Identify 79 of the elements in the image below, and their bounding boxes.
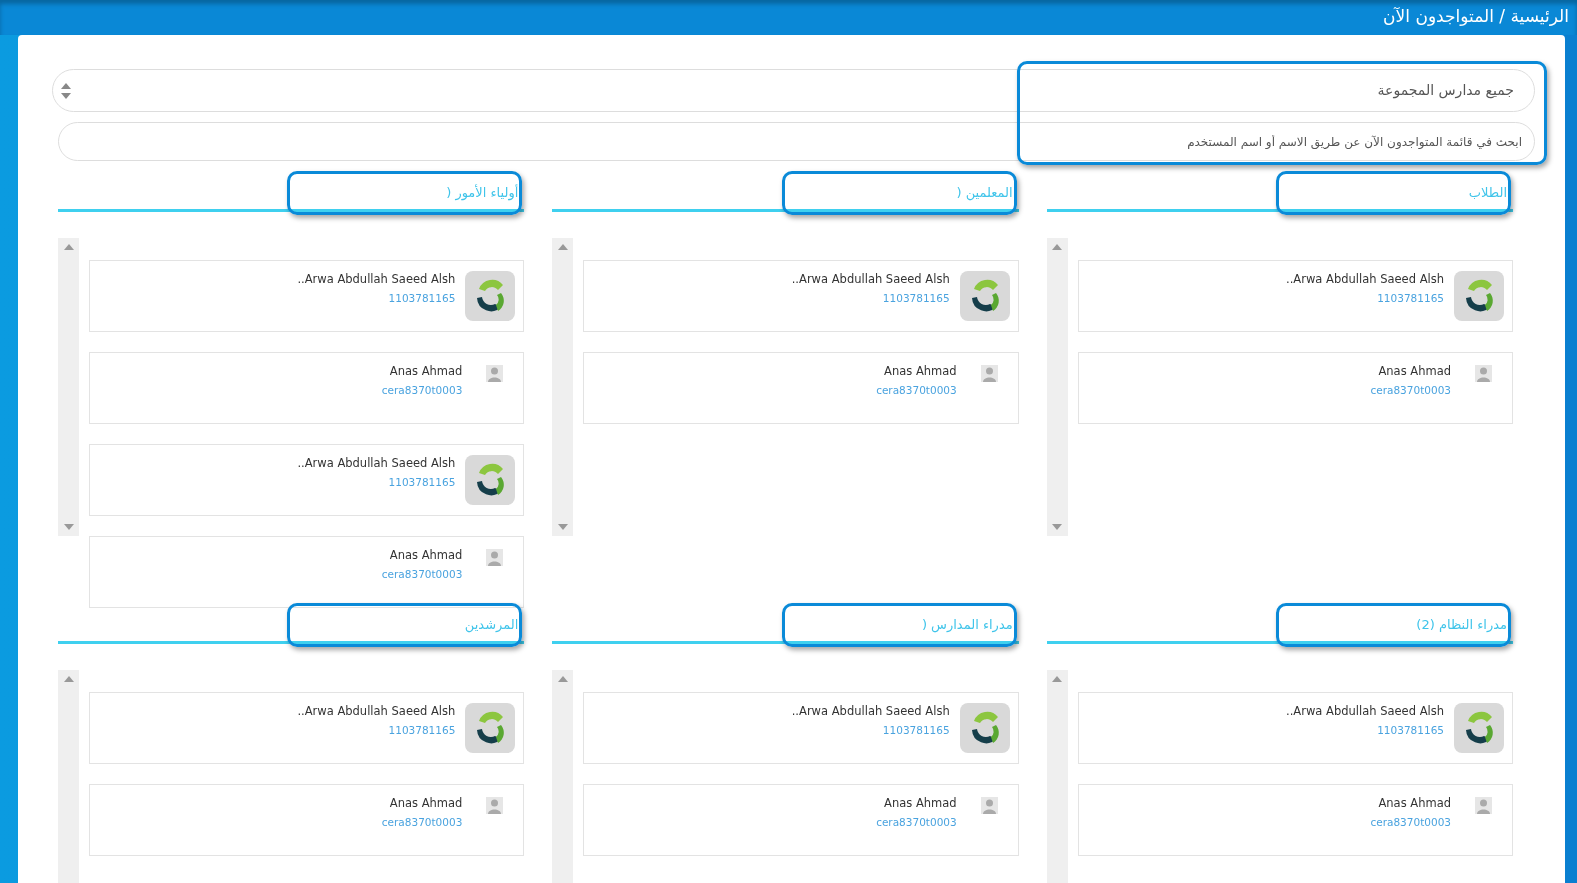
scroll-up-icon [557,243,568,250]
scroll-up-icon [557,675,568,682]
scroll-up-icon [63,675,74,682]
scrollbar[interactable] [552,669,574,883]
user-id: 1103781165 [881,290,950,306]
user-card[interactable]: ..Arwa Abdullah Saeed Alsh 1103781165 [89,691,525,764]
user-card[interactable]: ..Arwa Abdullah Saeed Alsh 1103781165 [1077,259,1513,332]
user-id: cera8370t0003 [381,382,463,398]
scroll-down-icon [63,523,74,530]
user-id: cera8370t0003 [876,382,957,398]
logo-avatar-icon [959,270,1010,321]
scroll-up-icon [63,243,74,250]
user-name: ..Arwa Abdullah Saeed Alsh [791,702,950,720]
panel-title: المرشدين [463,616,519,635]
user-id: 1103781165 [387,290,456,306]
logo-avatar-icon [1454,270,1504,321]
user-card[interactable]: ..Arwa Abdullah Saeed Alsh 1103781165 [89,443,525,516]
user-card[interactable]: ..Arwa Abdullah Saeed Alsh 1103781165 [583,259,1019,332]
user-name: Anas Ahmad [883,794,957,812]
scroll-up-icon [1052,243,1063,250]
user-name: Anas Ahmad [883,362,957,380]
logo-avatar-icon [1454,702,1504,753]
user-id: 1103781165 [387,474,456,490]
user-name: Anas Ahmad [388,362,463,380]
user-name: ..Arwa Abdullah Saeed Alsh [1286,702,1444,720]
user-avatar-icon [486,548,504,566]
user-id: 1103781165 [387,722,456,738]
user-avatar-icon [486,364,504,382]
user-card[interactable]: ..Arwa Abdullah Saeed Alsh 1103781165 [89,259,525,332]
user-name: ..Arwa Abdullah Saeed Alsh [297,270,456,288]
user-id: 1103781165 [1376,722,1444,738]
user-name: Anas Ahmad [1377,362,1451,380]
panel-title: مدراء المدارس ( [920,616,1013,635]
user-card[interactable]: Anas Ahmad cera8370t0003 [89,351,525,424]
scrollbar[interactable] [1046,669,1068,883]
user-id: 1103781165 [1376,290,1444,306]
user-card[interactable]: Anas Ahmad cera8370t0003 [583,783,1019,856]
user-id: cera8370t0003 [1370,382,1451,398]
scroll-down-icon [1052,523,1063,530]
user-avatar-icon [980,364,998,382]
panel-title: مدراء النظام (2) [1415,616,1507,634]
user-card[interactable]: Anas Ahmad cera8370t0003 [1077,351,1513,424]
user-name: ..Arwa Abdullah Saeed Alsh [297,454,456,472]
user-avatar-icon [486,796,504,814]
scrollbar[interactable] [1046,237,1068,536]
user-id: cera8370t0003 [1370,814,1451,830]
user-card[interactable]: Anas Ahmad cera8370t0003 [89,535,525,608]
logo-avatar-icon [465,702,516,753]
user-name: Anas Ahmad [388,794,463,812]
user-avatar-icon [980,796,998,814]
user-avatar-icon [1475,796,1492,814]
sort-icon [61,82,71,99]
user-card[interactable]: Anas Ahmad cera8370t0003 [583,351,1019,424]
user-id: 1103781165 [881,722,950,738]
user-name: Anas Ahmad [388,546,463,564]
user-card[interactable]: Anas Ahmad cera8370t0003 [89,783,525,856]
scroll-up-icon [1052,675,1063,682]
breadcrumb: الرئيسية / المتواجدون الآن [1383,5,1570,28]
user-card[interactable]: Anas Ahmad cera8370t0003 [1077,783,1513,856]
logo-avatar-icon [465,270,516,321]
scroll-down-icon [557,523,568,530]
panel-title: المعلمين ( [955,184,1013,203]
logo-avatar-icon [465,454,516,505]
scrollbar[interactable] [552,237,574,536]
user-card[interactable]: ..Arwa Abdullah Saeed Alsh 1103781165 [1077,691,1513,764]
logo-avatar-icon [959,702,1010,753]
user-card[interactable]: ..Arwa Abdullah Saeed Alsh 1103781165 [583,691,1019,764]
scrollbar[interactable] [58,669,79,883]
user-name: Anas Ahmad [1377,794,1451,812]
panel-title: الطلاب [1467,184,1507,202]
user-id: cera8370t0003 [381,814,463,830]
user-name: ..Arwa Abdullah Saeed Alsh [1286,270,1444,288]
user-name: ..Arwa Abdullah Saeed Alsh [297,702,456,720]
user-id: cera8370t0003 [876,814,957,830]
scrollbar[interactable] [58,237,79,536]
user-id: cera8370t0003 [381,566,463,582]
user-name: ..Arwa Abdullah Saeed Alsh [791,270,950,288]
user-avatar-icon [1475,364,1492,382]
panel-title: أولياء الأمور ( [445,183,519,203]
